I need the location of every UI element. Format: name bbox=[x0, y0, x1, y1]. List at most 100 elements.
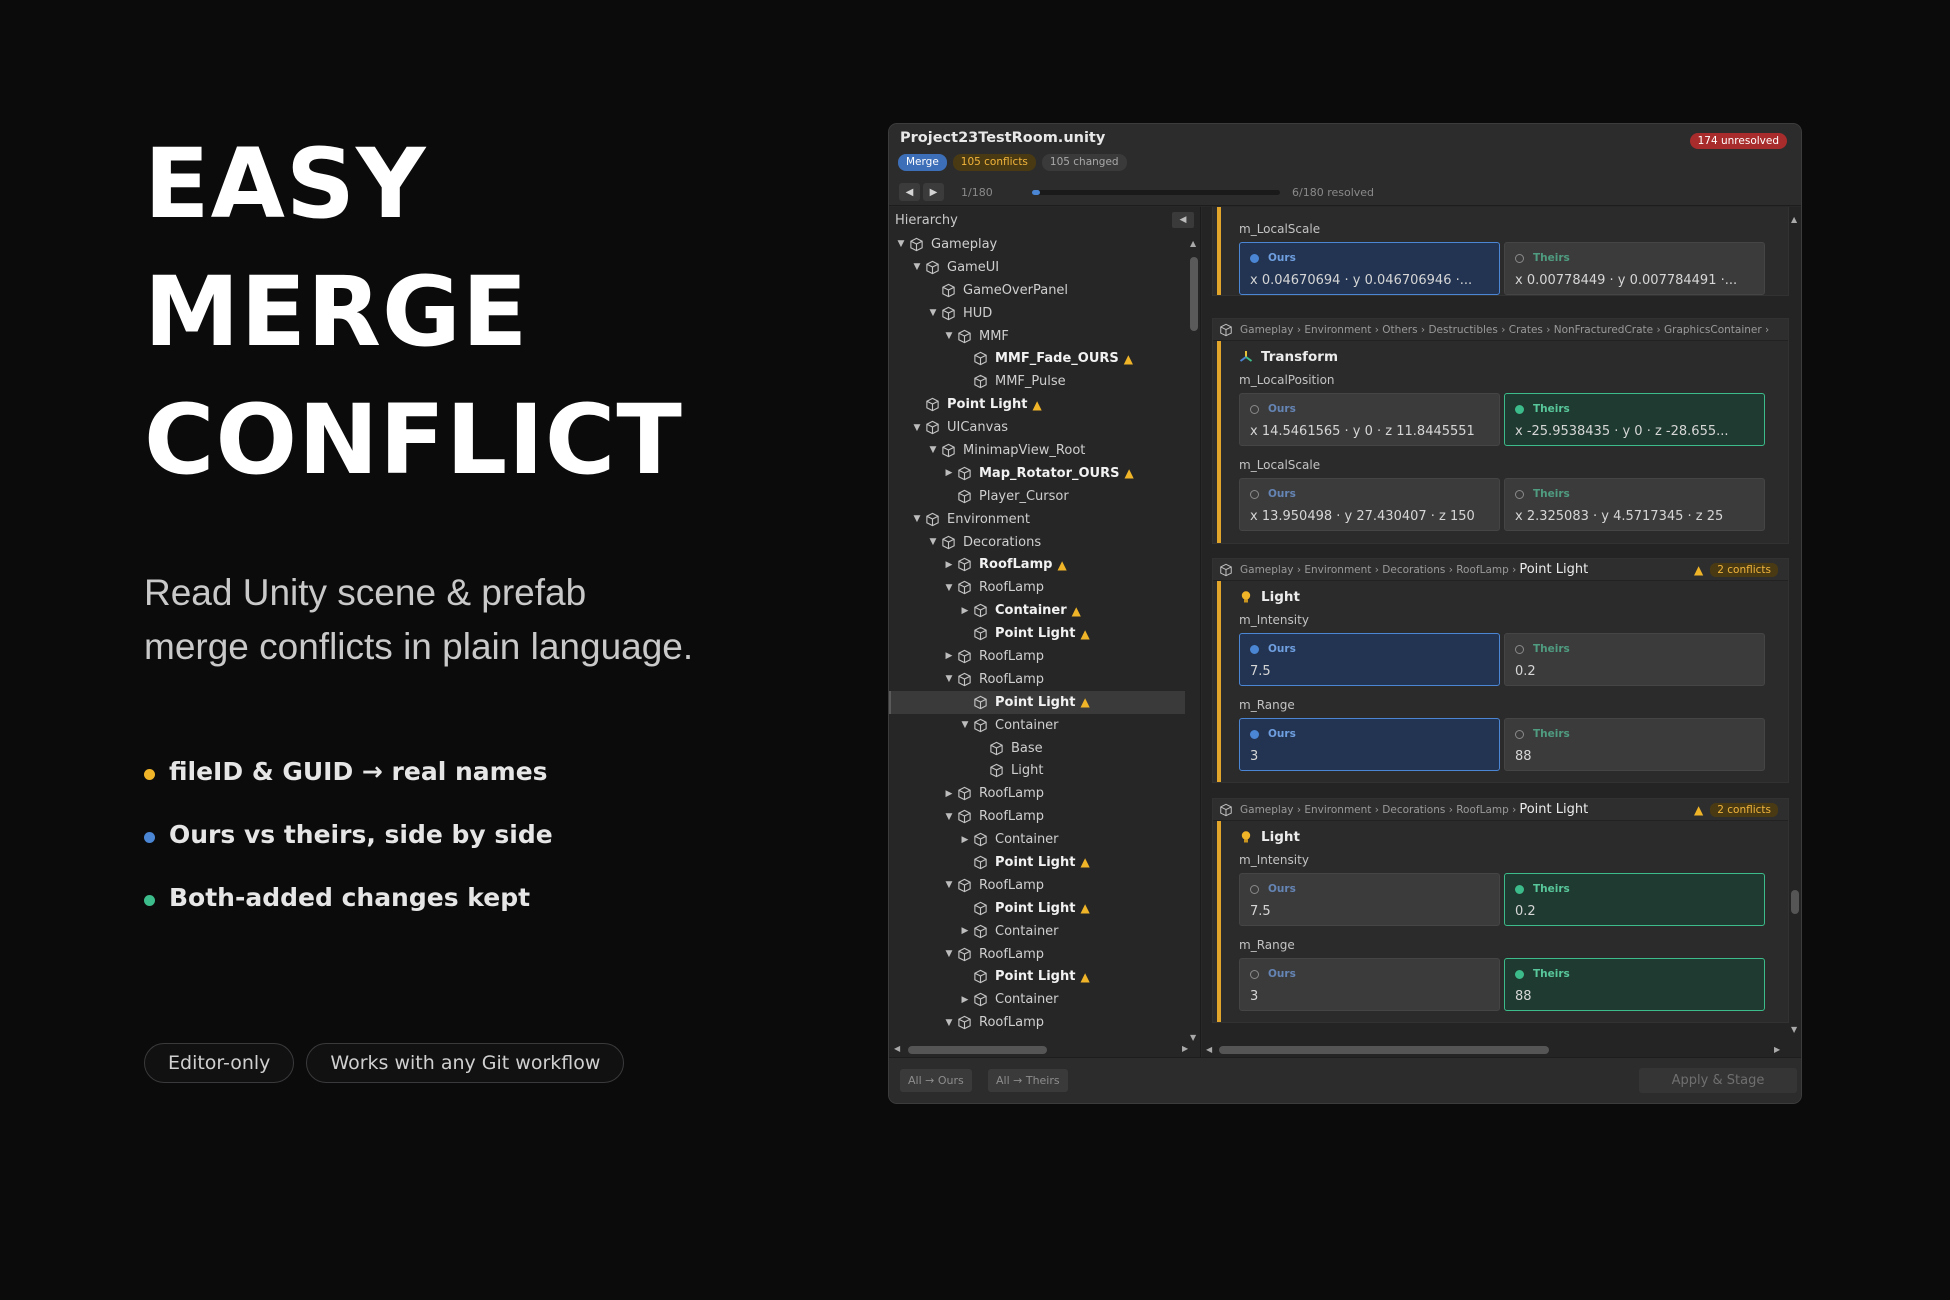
hierarchy-item[interactable]: Point Light ▲ bbox=[889, 851, 1185, 874]
expand-arrow-icon[interactable]: ▼ bbox=[925, 445, 941, 455]
apply-and-stage-button[interactable]: Apply & Stage bbox=[1639, 1068, 1797, 1093]
theirs-value-option[interactable]: Theirs 0.2 bbox=[1504, 873, 1765, 926]
hierarchy-item[interactable]: ▶ RoofLamp bbox=[889, 645, 1185, 668]
hierarchy-item[interactable]: ▼ UICanvas bbox=[889, 416, 1185, 439]
expand-arrow-icon[interactable]: ▼ bbox=[909, 514, 925, 524]
action-footer: All → Ours All → Theirs Apply & Stage bbox=[889, 1057, 1801, 1103]
hierarchy-item[interactable]: ▶ Container bbox=[889, 828, 1185, 851]
hierarchy-item[interactable]: ▼ RoofLamp bbox=[889, 943, 1185, 966]
hierarchy-vertical-scrollbar[interactable]: ▲ ▼ bbox=[1190, 239, 1198, 1042]
expand-arrow-icon[interactable]: ▼ bbox=[941, 880, 957, 890]
hierarchy-item[interactable]: ▼ GameUI bbox=[889, 256, 1185, 279]
hierarchy-item[interactable]: GameOverPanel bbox=[889, 279, 1185, 302]
expand-arrow-icon[interactable]: ▼ bbox=[941, 674, 957, 684]
hierarchy-item[interactable]: MMF_Pulse bbox=[889, 370, 1185, 393]
ours-value-option[interactable]: Ours 7.5 bbox=[1239, 633, 1500, 686]
scroll-left-arrow-icon[interactable]: ◀ bbox=[894, 1044, 900, 1053]
expand-arrow-icon[interactable]: ▼ bbox=[925, 537, 941, 547]
accept-all-ours-button[interactable]: All → Ours bbox=[900, 1069, 972, 1092]
scroll-right-arrow-icon[interactable]: ▶ bbox=[1774, 1045, 1780, 1054]
expand-arrow-icon[interactable]: ▼ bbox=[941, 1018, 957, 1028]
collapse-arrow-icon[interactable]: ▶ bbox=[941, 651, 957, 661]
radio-unselected-icon bbox=[1250, 489, 1259, 499]
ours-value-option[interactable]: Ours 3 bbox=[1239, 718, 1500, 771]
hierarchy-item[interactable]: ▶ Container ▲ bbox=[889, 599, 1185, 622]
hierarchy-item[interactable]: ▼ RoofLamp bbox=[889, 805, 1185, 828]
collapse-arrow-icon[interactable]: ▶ bbox=[957, 835, 973, 845]
value-pair: Ours 7.5 Theirs 0.2 bbox=[1239, 633, 1788, 688]
collapse-panel-button[interactable]: ◀ bbox=[1172, 212, 1194, 228]
expand-arrow-icon[interactable]: ▼ bbox=[941, 331, 957, 341]
hierarchy-item[interactable]: Light bbox=[889, 759, 1185, 782]
hierarchy-item[interactable]: ▼ Decorations bbox=[889, 531, 1185, 554]
hierarchy-item[interactable]: ▼ Environment bbox=[889, 508, 1185, 531]
scroll-down-arrow-icon[interactable]: ▼ bbox=[1791, 1025, 1797, 1034]
expand-arrow-icon[interactable]: ▼ bbox=[909, 423, 925, 433]
collapse-arrow-icon[interactable]: ▶ bbox=[941, 789, 957, 799]
scroll-right-arrow-icon[interactable]: ▶ bbox=[1182, 1044, 1188, 1053]
hierarchy-item[interactable]: ▼ Gameplay bbox=[889, 233, 1185, 256]
ours-value-option[interactable]: Ours 7.5 bbox=[1239, 873, 1500, 926]
detail-horizontal-scrollbar[interactable]: ◀ ▶ bbox=[1202, 1042, 1801, 1058]
theirs-value-option[interactable]: Theirs 0.2 bbox=[1504, 633, 1765, 686]
hierarchy-item[interactable]: ▶ RoofLamp ▲ bbox=[889, 553, 1185, 576]
hierarchy-item[interactable]: ▼ Container bbox=[889, 714, 1185, 737]
collapse-arrow-icon[interactable]: ▶ bbox=[957, 995, 973, 1005]
next-conflict-button[interactable]: ▶ bbox=[923, 183, 944, 201]
hierarchy-item[interactable]: ▼ MinimapView_Root bbox=[889, 439, 1185, 462]
hierarchy-item[interactable]: Point Light ▲ bbox=[889, 622, 1185, 645]
hierarchy-item[interactable]: Point Light ▲ bbox=[889, 690, 1185, 714]
hierarchy-scroll-thumb[interactable] bbox=[1190, 257, 1198, 331]
theirs-value-option[interactable]: Theirs x -25.9538435 · y 0 · z -28.655..… bbox=[1504, 393, 1765, 446]
feature-text: Both-added changes kept bbox=[169, 883, 531, 912]
ours-value-option[interactable]: Ours x 13.950498 · y 27.430407 · z 150 bbox=[1239, 478, 1500, 531]
scroll-up-arrow-icon[interactable]: ▲ bbox=[1190, 239, 1196, 248]
collapse-arrow-icon[interactable]: ▶ bbox=[957, 926, 973, 936]
hierarchy-item[interactable]: Point Light ▲ bbox=[889, 897, 1185, 920]
hierarchy-item[interactable]: ▼ RoofLamp bbox=[889, 576, 1185, 599]
hierarchy-item[interactable]: ▶ Container bbox=[889, 988, 1185, 1011]
expand-arrow-icon[interactable]: ▼ bbox=[893, 239, 909, 249]
hierarchy-item[interactable]: ▼ RoofLamp bbox=[889, 874, 1185, 897]
hierarchy-item[interactable]: ▼ MMF bbox=[889, 325, 1185, 348]
hierarchy-item[interactable]: ▼ HUD bbox=[889, 302, 1185, 325]
scroll-down-arrow-icon[interactable]: ▼ bbox=[1190, 1033, 1196, 1042]
hierarchy-item[interactable]: ▶ Container bbox=[889, 920, 1185, 943]
theirs-value-option[interactable]: Theirs x 0.00778449 · y 0.007784491 ·... bbox=[1504, 242, 1765, 295]
expand-arrow-icon[interactable]: ▼ bbox=[957, 720, 973, 730]
gameobject-cube-icon bbox=[974, 375, 987, 389]
theirs-value-option[interactable]: Theirs x 2.325083 · y 4.5717345 · z 25 bbox=[1504, 478, 1765, 531]
hierarchy-item[interactable]: Point Light ▲ bbox=[889, 393, 1185, 416]
expand-arrow-icon[interactable]: ▼ bbox=[909, 262, 925, 272]
expand-arrow-icon[interactable]: ▼ bbox=[941, 583, 957, 593]
expand-arrow-icon[interactable]: ▼ bbox=[925, 308, 941, 318]
prev-conflict-button[interactable]: ◀ bbox=[899, 183, 920, 201]
ours-value-option[interactable]: Ours 3 bbox=[1239, 958, 1500, 1011]
accept-all-theirs-button[interactable]: All → Theirs bbox=[988, 1069, 1068, 1092]
detail-hscroll-thumb[interactable] bbox=[1219, 1046, 1549, 1054]
hierarchy-item[interactable]: Point Light ▲ bbox=[889, 966, 1185, 989]
hierarchy-item[interactable]: ▼ RoofLamp bbox=[889, 1011, 1185, 1033]
hierarchy-item[interactable]: ▼ RoofLamp bbox=[889, 668, 1185, 691]
ours-value-option[interactable]: Ours x 0.04670694 · y 0.046706946 ·... bbox=[1239, 242, 1500, 295]
ours-value-option[interactable]: Ours x 14.5461565 · y 0 · z 11.8445551 bbox=[1239, 393, 1500, 446]
hierarchy-item[interactable]: Base bbox=[889, 737, 1185, 760]
hierarchy-item[interactable]: ▶ Map_Rotator_OURS ▲ bbox=[889, 462, 1185, 485]
hierarchy-horizontal-scrollbar[interactable]: ◀ ▶ bbox=[894, 1042, 1194, 1056]
theirs-value-option[interactable]: Theirs 88 bbox=[1504, 958, 1765, 1011]
collapse-arrow-icon[interactable]: ▶ bbox=[957, 606, 973, 616]
expand-arrow-icon[interactable]: ▼ bbox=[941, 949, 957, 959]
hierarchy-item[interactable]: ▶ RoofLamp bbox=[889, 782, 1185, 805]
detail-scroll-thumb[interactable] bbox=[1791, 890, 1799, 914]
scroll-up-arrow-icon[interactable]: ▲ bbox=[1791, 215, 1797, 224]
hierarchy-hscroll-thumb[interactable] bbox=[908, 1046, 1047, 1054]
scroll-left-arrow-icon[interactable]: ◀ bbox=[1206, 1045, 1212, 1054]
collapse-arrow-icon[interactable]: ▶ bbox=[941, 560, 957, 570]
hierarchy-item[interactable]: MMF_Fade_OURS ▲ bbox=[889, 347, 1185, 370]
expand-arrow-icon[interactable]: ▼ bbox=[941, 812, 957, 822]
detail-vertical-scrollbar[interactable]: ▲ ▼ bbox=[1788, 207, 1801, 1042]
theirs-value-option[interactable]: Theirs 88 bbox=[1504, 718, 1765, 771]
collapse-arrow-icon[interactable]: ▶ bbox=[941, 468, 957, 478]
hierarchy-item[interactable]: Player_Cursor bbox=[889, 485, 1185, 508]
gameobject-cube-icon bbox=[974, 855, 987, 870]
